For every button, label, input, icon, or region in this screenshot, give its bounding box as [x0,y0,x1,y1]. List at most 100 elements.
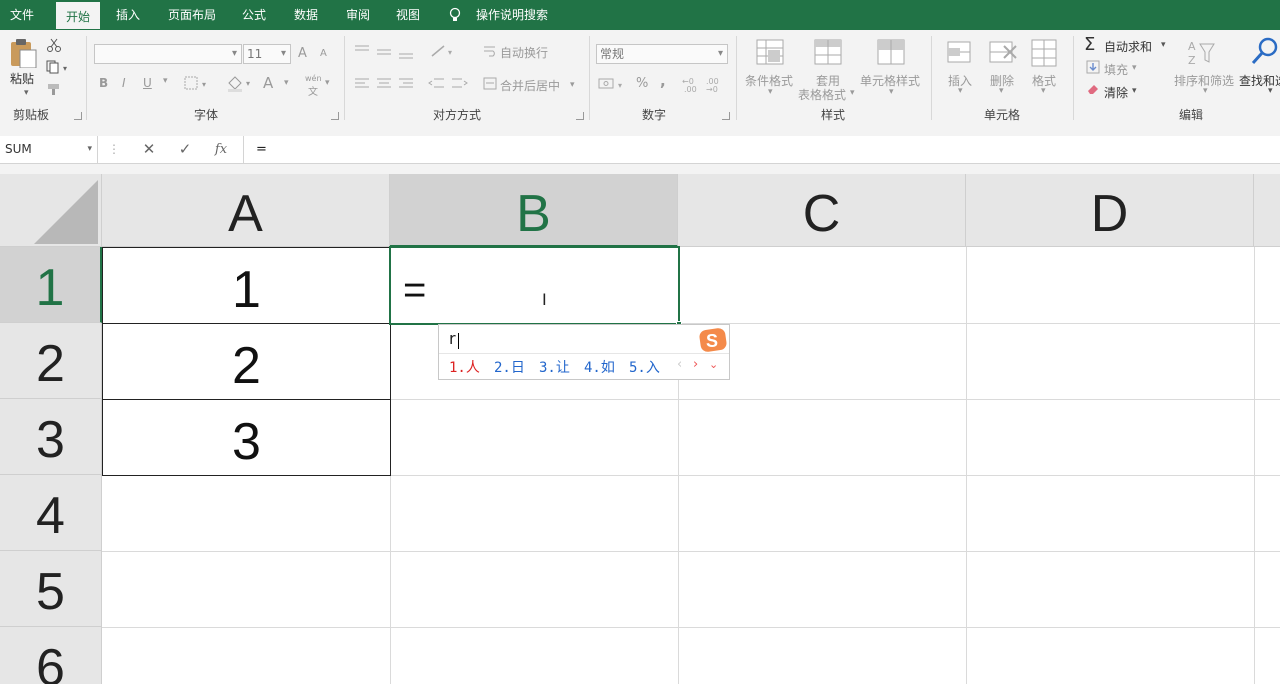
paste-label[interactable]: 粘贴 [10,70,34,87]
insert-function-button[interactable]: fx [206,136,236,163]
cell-b1-editing[interactable]: = [389,246,682,327]
row-header-4[interactable]: 4 [0,475,102,551]
cell-a2[interactable]: 2 [102,323,391,400]
comma-button[interactable]: , [660,72,666,90]
number-format-dropdown[interactable]: 常规 ▾ [596,44,728,64]
eraser-icon[interactable] [1086,82,1100,96]
sort-filter-icon[interactable]: AZ [1186,38,1216,68]
paste-dropdown-icon[interactable]: ▾ [24,88,29,98]
cell-a3[interactable]: 3 [102,399,391,476]
cell-b1-content: = [403,268,427,312]
column-header-a[interactable]: A [102,174,390,247]
ime-prev-page-icon[interactable]: ‹ [677,357,682,372]
svg-text:▾: ▾ [63,64,67,73]
row-header-5[interactable]: 5 [0,551,102,627]
cell-a1[interactable]: 1 [102,247,391,324]
grow-font-button[interactable]: A [298,46,307,61]
paste-icon[interactable] [8,38,38,68]
font-color-button[interactable]: A [263,74,273,92]
orientation-icon[interactable]: ▾ [430,42,460,60]
cut-icon[interactable] [46,38,62,52]
cell-styles-icon[interactable] [877,38,907,68]
format-cells-icon[interactable] [1030,38,1060,68]
indent-icons[interactable] [428,76,470,92]
confirm-entry-button[interactable]: ✓ [170,136,200,163]
clipboard-launcher-icon[interactable] [74,112,82,120]
ime-candidate-5[interactable]: 5.入 [629,357,660,377]
font-name-dropdown[interactable]: ▾ [94,44,242,64]
tab-page-layout[interactable]: 页面布局 [160,0,224,30]
autosum-button[interactable]: 自动求和 [1104,38,1152,55]
vertical-align-icons[interactable] [353,42,417,62]
name-box[interactable]: SUM ▾ [0,136,98,163]
fill-color-icon[interactable]: ▾ [226,74,256,92]
tab-formulas[interactable]: 公式 [234,0,274,30]
bold-button[interactable]: B [99,76,108,90]
clear-dropdown-icon[interactable]: ▾ [1132,86,1137,96]
fill-down-icon[interactable] [1086,60,1100,74]
tab-data[interactable]: 数据 [286,0,326,30]
svg-text:▾: ▾ [202,80,206,89]
tab-review[interactable]: 审阅 [338,0,378,30]
find-select-icon[interactable] [1250,36,1280,66]
merge-dropdown-icon[interactable]: ▾ [570,80,575,90]
phonetic-button[interactable]: wén [305,74,322,83]
tab-view[interactable]: 视图 [388,0,428,30]
shrink-font-button[interactable]: A [320,48,327,59]
ime-candidate-4[interactable]: 4.如 [584,357,615,377]
ime-next-page-icon[interactable]: › [693,357,698,372]
clear-button[interactable]: 清除 [1104,84,1128,101]
delete-cells-icon[interactable] [988,38,1018,68]
underline-dropdown-icon[interactable]: ▾ [163,76,168,86]
cancel-entry-button[interactable]: ✕ [134,136,164,163]
select-all-button[interactable] [0,174,102,247]
ime-candidate-1[interactable]: 1.人 [449,357,480,377]
column-header-e[interactable] [1254,174,1280,247]
autosum-dropdown-icon[interactable]: ▾ [1161,40,1166,50]
format-as-table-icon[interactable] [814,38,844,68]
row-header-1[interactable]: 1 [0,247,102,323]
column-header-b[interactable]: B [390,174,678,247]
format-as-table-line2[interactable]: 表格格式 [798,86,846,103]
border-icon[interactable]: ▾ [184,76,212,90]
row-header-6[interactable]: 6 [0,627,102,684]
decimal-icons[interactable]: ←0.00 .00→0 [682,75,726,93]
percent-button[interactable]: % [636,76,648,91]
italic-button[interactable]: I [122,76,126,90]
alignment-launcher-icon[interactable] [576,112,584,120]
font-color-dropdown-icon[interactable]: ▾ [284,78,289,88]
underline-button[interactable]: U [143,76,152,90]
tab-home[interactable]: 开始 [54,0,102,31]
insert-cells-dropdown-icon: ▾ [958,86,963,96]
merge-center-icon[interactable] [483,77,497,91]
find-select-button[interactable]: 查找和选 [1239,72,1280,89]
ime-expand-icon[interactable]: ⌄ [709,358,718,371]
autosum-icon[interactable]: Σ [1084,34,1095,55]
row-header-2[interactable]: 2 [0,323,102,399]
sort-filter-dropdown-icon: ▾ [1203,86,1208,96]
conditional-format-icon[interactable] [756,38,786,68]
tab-insert[interactable]: 插入 [108,0,148,30]
copy-icon[interactable]: ▾ [46,60,72,74]
wrap-text-icon[interactable] [483,44,497,58]
merge-center-button[interactable]: 合并后居中 [500,77,560,94]
horizontal-align-icons[interactable] [353,76,417,92]
number-launcher-icon[interactable] [722,112,730,120]
insert-cells-icon[interactable] [946,38,976,68]
row-header-3[interactable]: 3 [0,399,102,475]
font-launcher-icon[interactable] [331,112,339,120]
phonetic-dropdown-icon[interactable]: ▾ [325,78,330,88]
ime-candidate-2[interactable]: 2.日 [494,357,525,377]
ime-candidate-3[interactable]: 3.让 [539,357,570,377]
format-painter-icon[interactable] [46,82,62,96]
tell-me-search[interactable]: 操作说明搜索 [472,0,552,30]
formula-input[interactable]: = [243,136,1280,163]
fill-button[interactable]: 填充 [1104,61,1128,78]
fill-dropdown-icon[interactable]: ▾ [1132,63,1137,73]
column-header-d[interactable]: D [966,174,1254,247]
currency-icon[interactable]: ▾ [598,76,630,92]
font-size-dropdown[interactable]: 11 ▾ [243,44,291,64]
wrap-text-button[interactable]: 自动换行 [500,44,548,61]
column-header-c[interactable]: C [678,174,966,247]
tab-file[interactable]: 文件 [0,0,44,30]
